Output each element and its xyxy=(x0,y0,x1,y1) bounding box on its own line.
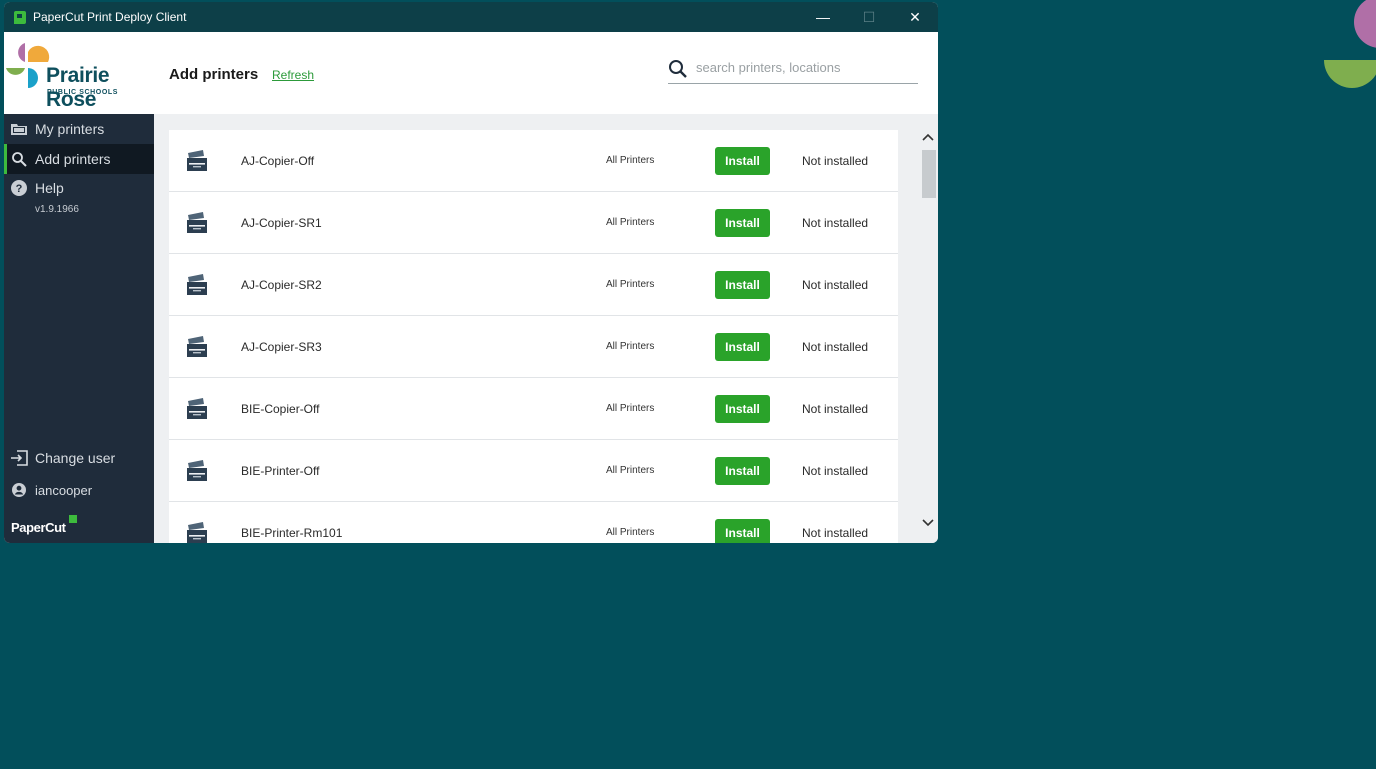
install-status: Not installed xyxy=(802,278,869,292)
version-text: v1.9.1966 xyxy=(35,204,79,215)
printer-row[interactable]: AJ-Copier-SR3 All Printers Install Not inst… xyxy=(169,316,898,378)
window-title: PaperCut Print Deploy Client xyxy=(33,10,187,24)
printer-icon xyxy=(187,150,207,171)
printer-icon xyxy=(187,274,207,295)
install-button[interactable]: Install xyxy=(715,333,770,361)
printer-icon xyxy=(187,212,207,233)
app-window: PaperCut Print Deploy Client — ☐ ✕ Prair… xyxy=(4,2,938,543)
scroll-thumb[interactable] xyxy=(922,150,936,198)
printer-group: All Printers xyxy=(606,341,655,352)
printer-name: AJ-Copier-Off xyxy=(241,154,315,168)
printer-list: AJ-Copier-Off All Printers Install Not inst… xyxy=(169,130,898,543)
maximize-button[interactable]: ☐ xyxy=(846,2,892,32)
sidebar: My printers Add printers ? Help v1.9.196… xyxy=(4,114,154,543)
printer-row[interactable]: BIE-Printer-Off All Printers Install Not in… xyxy=(169,440,898,502)
scrollbar[interactable] xyxy=(920,128,936,533)
change-user-label: Change user xyxy=(35,450,116,466)
search-icon xyxy=(669,60,687,78)
header: Prairie Rose PUBLIC SCHOOLS Add printers… xyxy=(4,32,938,114)
install-status: Not installed xyxy=(802,340,869,354)
username: iancooper xyxy=(35,482,93,498)
sidebar-item-label: Help xyxy=(35,180,64,196)
sidebar-item-add-printers[interactable]: Add printers xyxy=(4,144,154,174)
printer-name: AJ-Copier-SR3 xyxy=(241,340,322,354)
printer-group: All Printers xyxy=(606,403,655,414)
printer-row[interactable]: BIE-Printer-Rm101 All Printers Install Not … xyxy=(169,502,898,543)
install-button[interactable]: Install xyxy=(715,457,770,485)
printer-group: All Printers xyxy=(606,465,655,476)
printer-name: BIE-Printer-Rm101 xyxy=(241,526,343,540)
printer-group: All Printers xyxy=(606,217,655,228)
refresh-link[interactable]: Refresh xyxy=(272,68,314,82)
papercut-brand-logo: PaperCut xyxy=(11,520,66,535)
install-button[interactable]: Install xyxy=(715,147,770,175)
printer-name: BIE-Printer-Off xyxy=(241,464,320,478)
printer-group: All Printers xyxy=(606,527,655,538)
school-logo: Prairie Rose PUBLIC SCHOOLS xyxy=(4,42,154,111)
printer-row[interactable]: BIE-Copier-Off All Printers Install Not ins… xyxy=(169,378,898,440)
printer-row[interactable]: AJ-Copier-SR1 All Printers Install Not inst… xyxy=(169,192,898,254)
sidebar-item-help[interactable]: ? Help xyxy=(4,173,154,203)
papercut-app-icon xyxy=(14,10,26,24)
logo-text: Prairie Rose xyxy=(46,64,110,111)
printer-icon xyxy=(187,336,207,357)
change-user-button[interactable]: Change user xyxy=(4,443,154,473)
install-status: Not installed xyxy=(802,402,869,416)
folder-icon xyxy=(10,120,28,138)
minimize-button[interactable]: — xyxy=(800,2,846,32)
logo-subtitle: PUBLIC SCHOOLS xyxy=(47,89,119,96)
scroll-down-arrow[interactable] xyxy=(922,516,934,528)
install-status: Not installed xyxy=(802,216,869,230)
install-status: Not installed xyxy=(802,464,869,478)
printer-group: All Printers xyxy=(606,279,655,290)
install-button[interactable]: Install xyxy=(715,271,770,299)
printer-name: BIE-Copier-Off xyxy=(241,402,320,416)
user-icon xyxy=(10,481,28,499)
install-status: Not installed xyxy=(802,154,869,168)
title-bar[interactable]: PaperCut Print Deploy Client — ☐ ✕ xyxy=(4,2,938,32)
svg-text:?: ? xyxy=(16,183,23,195)
printer-name: AJ-Copier-SR1 xyxy=(241,216,322,230)
printer-icon xyxy=(187,460,207,481)
papercut-flag-icon xyxy=(69,515,77,523)
desktop-decoration-purple xyxy=(1354,0,1376,48)
install-status: Not installed xyxy=(802,526,869,540)
install-button[interactable]: Install xyxy=(715,395,770,423)
printer-name: AJ-Copier-SR2 xyxy=(241,278,322,292)
sidebar-item-label: Add printers xyxy=(35,151,111,167)
user-info: iancooper xyxy=(4,475,154,505)
printer-list-panel: AJ-Copier-Off All Printers Install Not inst… xyxy=(154,114,938,543)
search-input[interactable] xyxy=(696,60,916,75)
scroll-up-arrow[interactable] xyxy=(922,132,934,144)
printer-icon xyxy=(187,522,207,543)
install-button[interactable]: Install xyxy=(715,209,770,237)
search-icon xyxy=(10,150,28,168)
help-icon: ? xyxy=(10,179,28,197)
page-title: Add printers xyxy=(169,66,259,83)
install-button[interactable]: Install xyxy=(715,519,770,543)
sign-in-icon xyxy=(10,449,28,467)
printer-row[interactable]: AJ-Copier-Off All Printers Install Not inst… xyxy=(169,130,898,192)
printer-group: All Printers xyxy=(606,155,655,166)
search-box xyxy=(668,54,918,84)
close-button[interactable]: ✕ xyxy=(892,2,938,32)
printer-row[interactable]: AJ-Copier-SR2 All Printers Install Not inst… xyxy=(169,254,898,316)
sidebar-item-label: My printers xyxy=(35,121,105,137)
sidebar-item-my-printers[interactable]: My printers xyxy=(4,114,154,144)
printer-icon xyxy=(187,398,207,419)
